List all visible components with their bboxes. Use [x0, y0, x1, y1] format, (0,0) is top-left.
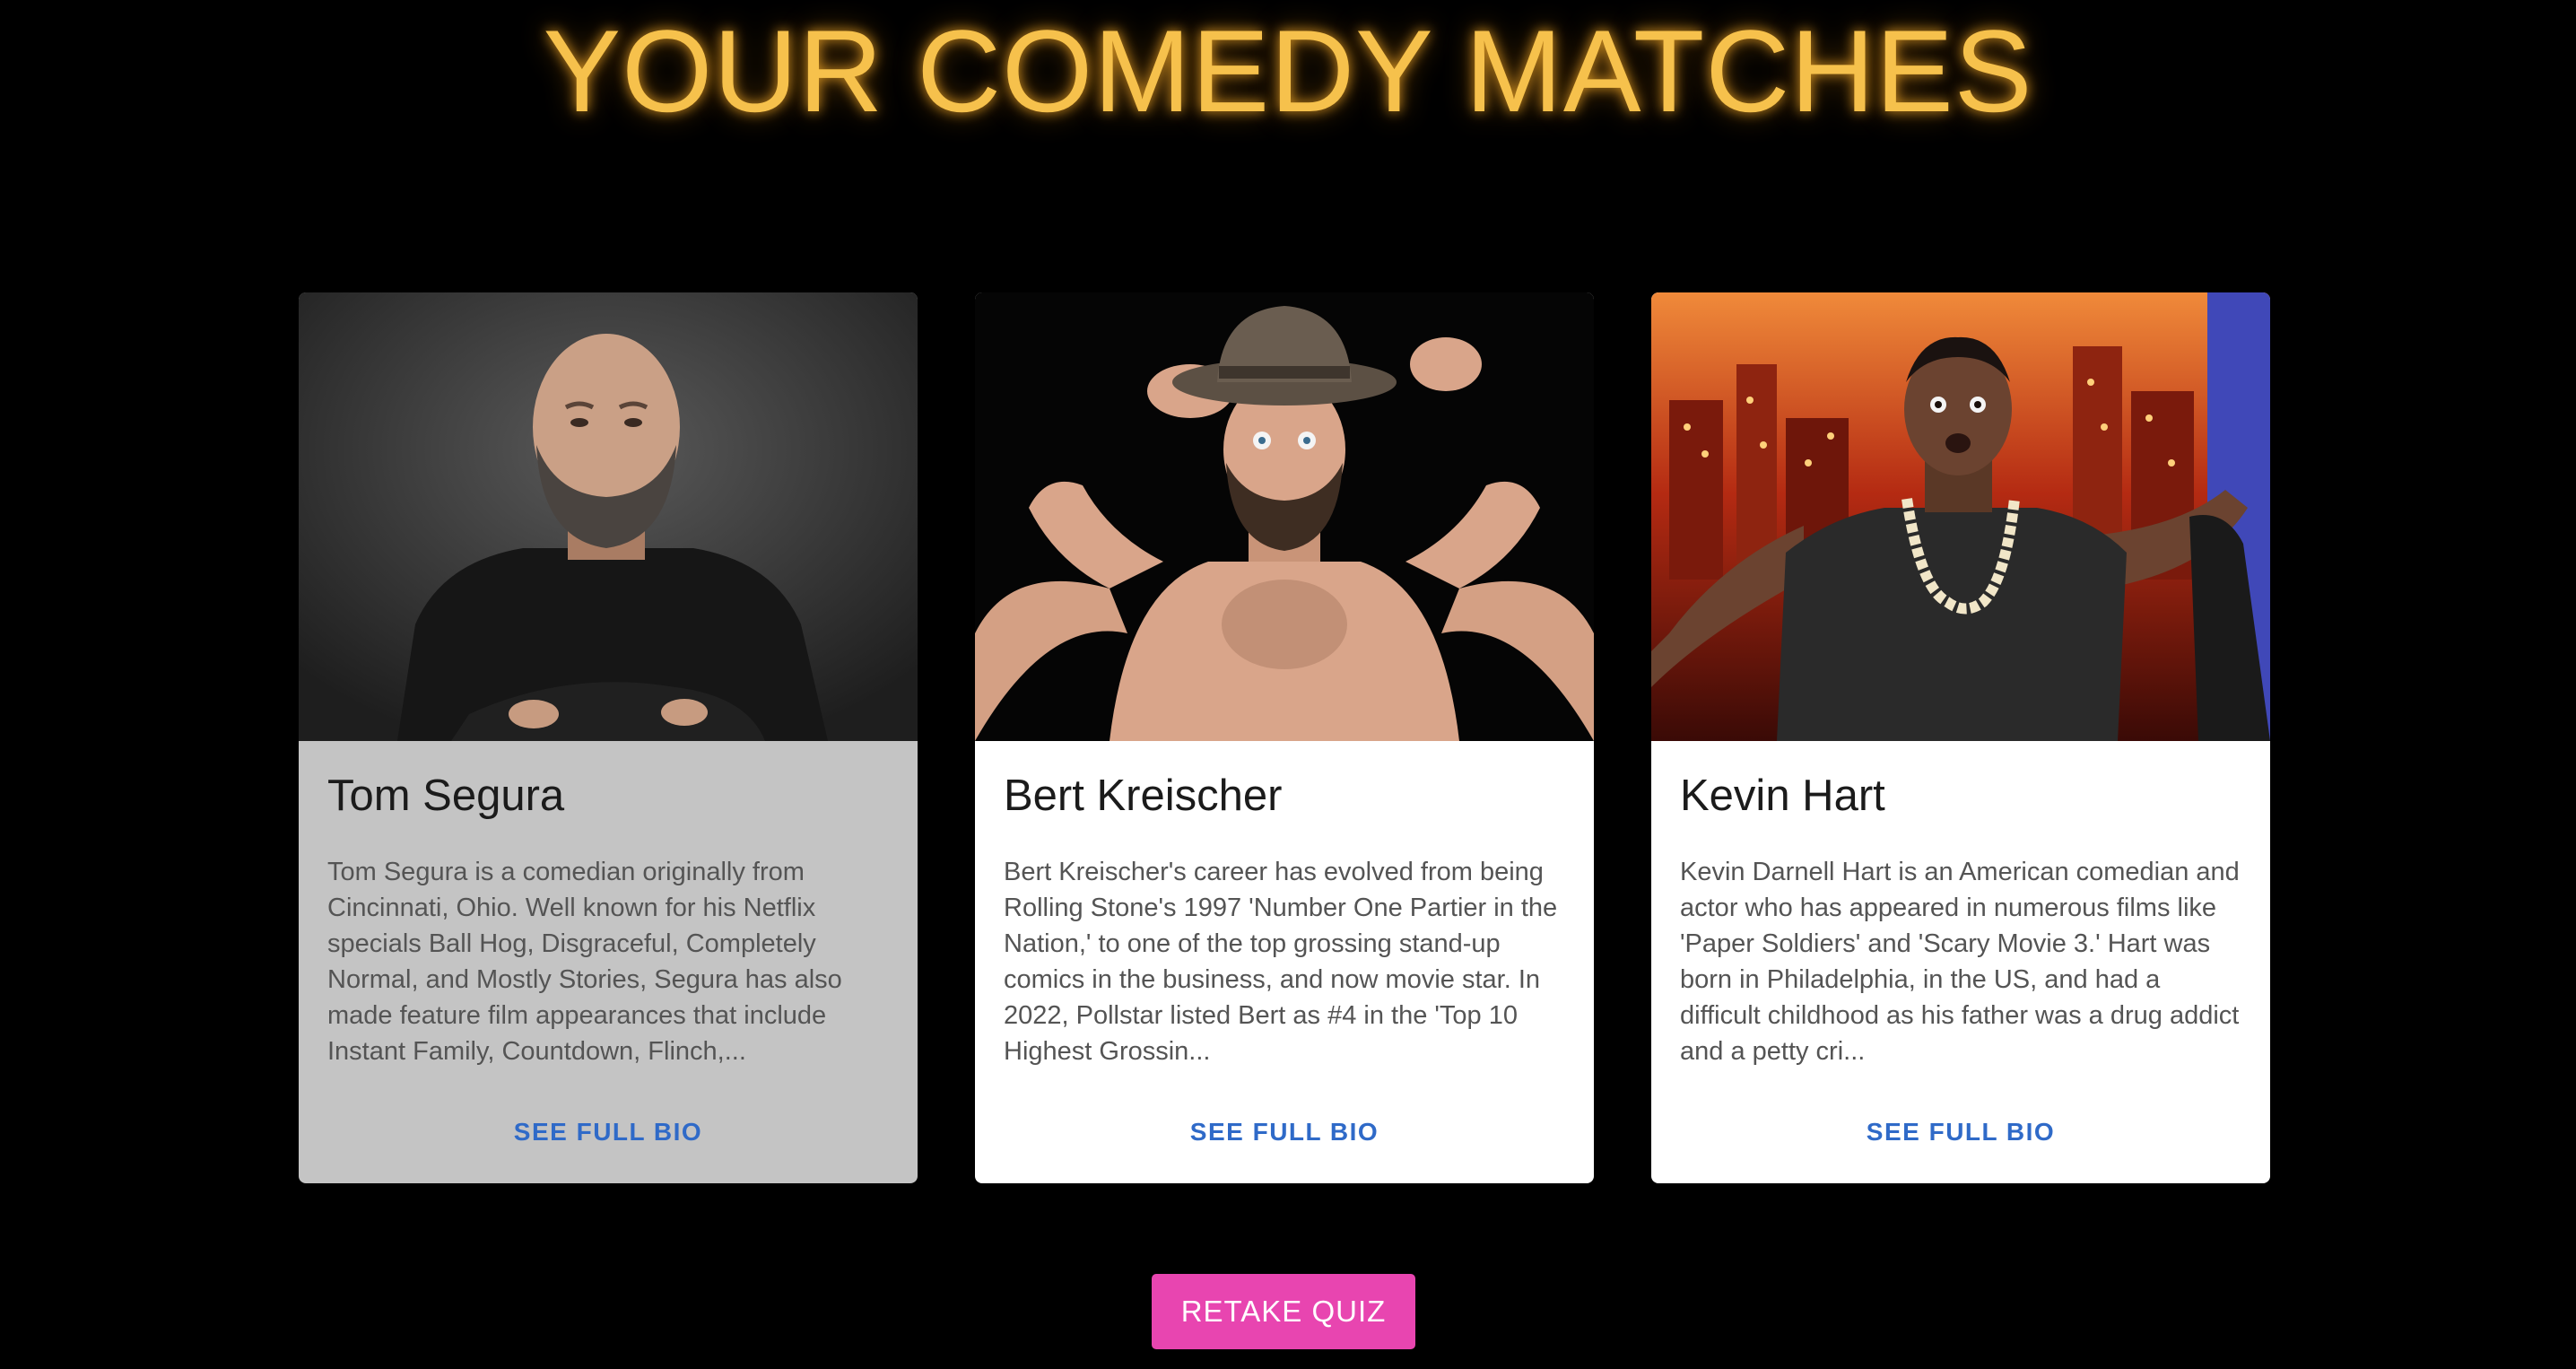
- match-card-tom-segura: Tom Segura Tom Segura is a comedian orig…: [299, 292, 918, 1183]
- kevin-hart-photo: [1651, 292, 2270, 741]
- match-cards: Tom Segura Tom Segura is a comedian orig…: [299, 292, 2272, 1184]
- tom-segura-photo: [299, 292, 918, 741]
- match-card-bert-kreischer: Bert Kreischer Bert Kreischer's career h…: [975, 292, 1594, 1183]
- see-full-bio-button[interactable]: SEE FULL BIO: [1651, 1105, 2270, 1159]
- retake-quiz-button[interactable]: RETAKE QUIZ: [1152, 1274, 1415, 1349]
- results-page: YOUR COMEDY MATCHES Tom Segura Tom Segur…: [0, 0, 2576, 1369]
- comedian-bio: Tom Segura is a comedian originally from…: [327, 858, 842, 1066]
- comedian-name: Kevin Hart: [1680, 772, 1885, 820]
- bert-kreischer-photo: [975, 292, 1594, 741]
- see-full-bio-button[interactable]: SEE FULL BIO: [299, 1105, 918, 1159]
- page-title: YOUR COMEDY MATCHES: [543, 5, 2033, 136]
- comedian-name: Tom Segura: [327, 772, 565, 820]
- comedian-photo: [1651, 292, 2270, 741]
- comedian-bio: Bert Kreischer's career has evolved from…: [1004, 858, 1558, 1066]
- see-full-bio-button[interactable]: SEE FULL BIO: [975, 1105, 1594, 1159]
- match-card-kevin-hart: Kevin Hart Kevin Darnell Hart is an Amer…: [1651, 292, 2270, 1183]
- comedian-photo: [299, 292, 918, 741]
- comedian-name: Bert Kreischer: [1004, 772, 1283, 820]
- comedian-bio: Kevin Darnell Hart is an American comedi…: [1680, 858, 2240, 1066]
- comedian-photo: [975, 292, 1594, 741]
